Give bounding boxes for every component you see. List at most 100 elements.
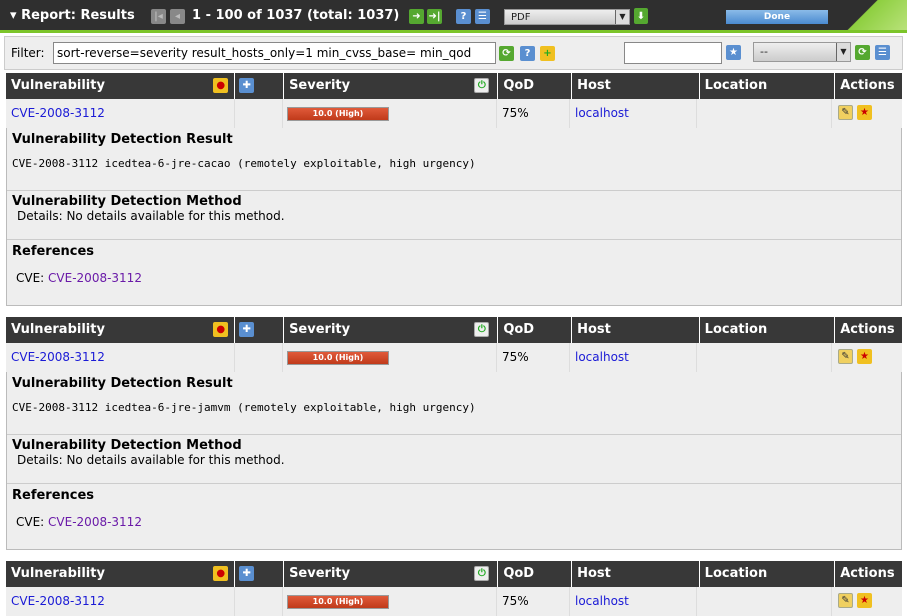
- page-title[interactable]: ▾ Report: Results: [10, 8, 135, 23]
- prev-page-icon[interactable]: ◂: [170, 9, 185, 24]
- host-link[interactable]: localhost: [575, 594, 629, 608]
- add-override-icon[interactable]: ★: [857, 349, 872, 364]
- column-header-label: QoD: [503, 78, 535, 93]
- column-header-label: Vulnerability: [11, 322, 105, 337]
- qod-value: 75%: [497, 587, 570, 616]
- result-count: 1 - 100 of 1037 (total: 1037): [192, 8, 400, 23]
- sort-power-icon[interactable]: ⏻: [474, 566, 490, 581]
- severity-bar: 10.0 (High): [287, 107, 389, 121]
- list-icon[interactable]: ☰: [475, 9, 490, 24]
- host-link[interactable]: localhost: [575, 350, 629, 364]
- first-page-icon[interactable]: |◂: [151, 9, 166, 24]
- filter-select-value: --: [760, 45, 768, 58]
- column-header[interactable]: Host: [572, 561, 699, 587]
- results-table-header: Vulnerability ● ✚ Severity ⏻ QoD Host Location A…: [6, 317, 902, 343]
- column-header: ✚: [235, 561, 284, 587]
- column-header[interactable]: Location: [699, 317, 835, 343]
- remove-column-icon[interactable]: ●: [213, 78, 229, 93]
- detection-result-text: CVE-2008-3112 icedtea-6-jre-cacao (remot…: [12, 157, 476, 170]
- column-header-label: Actions: [840, 566, 895, 581]
- remove-column-icon[interactable]: ●: [213, 322, 229, 337]
- severity-bar: 10.0 (High): [287, 351, 389, 365]
- new-filter-icon[interactable]: +: [540, 46, 555, 61]
- format-value: PDF: [511, 12, 531, 23]
- sort-power-icon[interactable]: ⏻: [474, 78, 490, 93]
- column-header[interactable]: Location: [699, 561, 835, 587]
- refresh-icon[interactable]: ⟳: [499, 46, 514, 61]
- cve-reference-link[interactable]: CVE-2008-3112: [48, 271, 142, 285]
- vulnerability-link[interactable]: CVE-2008-3112: [11, 594, 105, 608]
- detection-method-text: Details: No details available for this m…: [17, 453, 285, 467]
- chevron-down-icon: ▼: [615, 10, 629, 24]
- column-header[interactable]: Actions: [835, 73, 902, 99]
- column-header-label: Actions: [840, 78, 895, 93]
- column-header[interactable]: QoD: [498, 317, 572, 343]
- detection-result-heading: Vulnerability Detection Result: [12, 376, 233, 391]
- detection-result-heading: Vulnerability Detection Result: [12, 132, 233, 147]
- column-header[interactable]: Vulnerability ●: [6, 73, 235, 99]
- filter-help-icon[interactable]: ?: [520, 46, 535, 61]
- refresh-filter-icon[interactable]: ⟳: [855, 45, 870, 60]
- column-header[interactable]: QoD: [498, 561, 572, 587]
- report-format-select[interactable]: PDF ▼: [504, 9, 630, 25]
- vulnerability-link[interactable]: CVE-2008-3112: [11, 106, 105, 120]
- host-link[interactable]: localhost: [575, 106, 629, 120]
- location-value: [697, 343, 832, 372]
- filter-label: Filter:: [11, 46, 45, 60]
- help-icon[interactable]: ?: [456, 9, 471, 24]
- filter-select[interactable]: -- ▼: [753, 42, 851, 62]
- column-header[interactable]: Severity ⏻: [284, 561, 498, 587]
- download-icon[interactable]: ⬇: [634, 8, 648, 24]
- add-note-icon[interactable]: ✎: [838, 105, 853, 120]
- column-header-label: Host: [577, 322, 611, 337]
- filter-input[interactable]: sort-reverse=severity result_hosts_only=…: [53, 42, 496, 64]
- column-header[interactable]: Actions: [835, 317, 902, 343]
- filter-list-icon[interactable]: ☰: [875, 45, 890, 60]
- title-text: Report: Results: [21, 8, 135, 23]
- column-header-label: Severity: [289, 322, 351, 337]
- column-header[interactable]: QoD: [498, 73, 572, 99]
- column-header[interactable]: Vulnerability ●: [6, 317, 235, 343]
- column-header-label: Vulnerability: [11, 566, 105, 581]
- location-value: [697, 99, 832, 128]
- save-filter-star-icon[interactable]: ★: [726, 45, 741, 60]
- table-row: CVE-2008-3112 10.0 (High) 75% localhost …: [6, 587, 902, 616]
- detection-result-text: CVE-2008-3112 icedtea-6-jre-jamvm (remot…: [12, 401, 476, 414]
- column-header[interactable]: Severity ⏻: [284, 317, 498, 343]
- column-header[interactable]: Host: [572, 317, 699, 343]
- add-override-icon[interactable]: ★: [857, 105, 872, 120]
- add-note-icon[interactable]: ✎: [838, 593, 853, 608]
- column-header[interactable]: Vulnerability ●: [6, 561, 235, 587]
- cve-label: CVE:: [16, 515, 45, 529]
- column-header-label: Host: [577, 78, 611, 93]
- result-details: Vulnerability Detection Result CVE-2008-3…: [6, 372, 902, 550]
- remove-column-icon[interactable]: ●: [213, 566, 229, 581]
- results-table-header: Vulnerability ● ✚ Severity ⏻ QoD Host Location A…: [6, 561, 902, 587]
- next-page-icon[interactable]: ➜: [409, 9, 424, 24]
- cve-reference-link[interactable]: CVE-2008-3112: [48, 515, 142, 529]
- references-heading: References: [12, 244, 95, 259]
- column-header[interactable]: Severity ⏻: [284, 73, 498, 99]
- column-header[interactable]: Location: [699, 73, 835, 99]
- result-block: Vulnerability ● ✚ Severity ⏻ QoD Host Location A…: [6, 561, 902, 616]
- table-row: CVE-2008-3112 10.0 (High) 75% localhost …: [6, 343, 902, 372]
- last-page-icon[interactable]: ➜|: [427, 9, 442, 24]
- severity-bar: 10.0 (High): [287, 595, 389, 609]
- column-header-label: Actions: [840, 322, 895, 337]
- column-header[interactable]: Actions: [835, 561, 902, 587]
- column-header: ✚: [235, 317, 284, 343]
- add-override-icon[interactable]: ★: [857, 593, 872, 608]
- filter-name-input[interactable]: [624, 42, 722, 64]
- column-header-label: Location: [704, 322, 768, 337]
- column-header[interactable]: Host: [572, 73, 699, 99]
- chevron-down-icon: ▼: [836, 43, 850, 61]
- result-block: Vulnerability ● ✚ Severity ⏻ QoD Host Location A…: [6, 317, 902, 550]
- qod-value: 75%: [497, 343, 570, 372]
- sort-power-icon[interactable]: ⏻: [474, 322, 490, 337]
- column-header-label: Host: [577, 566, 611, 581]
- add-note-icon[interactable]: ✎: [838, 349, 853, 364]
- vulnerability-link[interactable]: CVE-2008-3112: [11, 350, 105, 364]
- detection-method-text: Details: No details available for this m…: [17, 209, 285, 223]
- result-block: Vulnerability ● ✚ Severity ⏻ QoD Host Location A…: [6, 73, 902, 306]
- filter-bar: Filter: sort-reverse=severity result_hos…: [4, 36, 903, 70]
